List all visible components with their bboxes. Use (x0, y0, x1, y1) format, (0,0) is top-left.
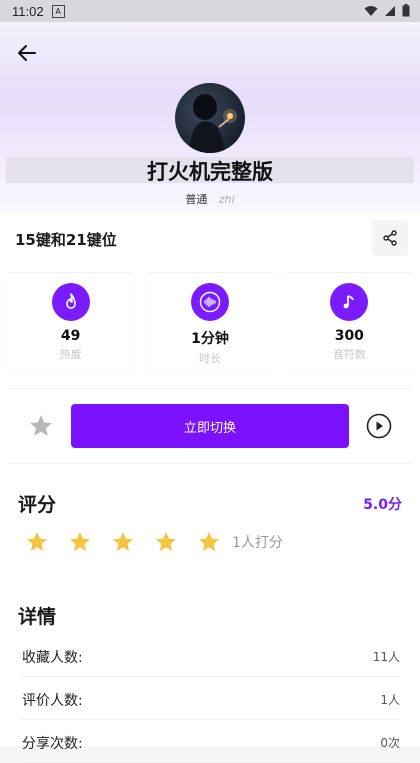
detail-value: 1人 (380, 693, 400, 707)
status-bar: 11:02 A (0, 0, 420, 22)
stat-value: 300 (334, 328, 364, 344)
share-button[interactable] (372, 220, 408, 256)
notification-badge-icon: A (51, 4, 65, 18)
play-icon (366, 413, 392, 439)
detail-key: 分享次数: (22, 736, 83, 752)
status-icons (364, 4, 410, 17)
status-time: 11:02 (12, 3, 44, 19)
detail-row: 评价人数: 1人 (20, 679, 400, 720)
stat-value: 49 (60, 328, 81, 344)
battery-icon (402, 4, 410, 17)
stat-value: 1分钟 (191, 331, 229, 347)
star-icon (30, 415, 52, 436)
rating-title: 评分 (18, 494, 57, 516)
signal-icon (385, 5, 395, 16)
back-button[interactable] (14, 40, 40, 66)
rating-count: 1人打分 (232, 535, 283, 551)
waveform-icon (190, 283, 229, 321)
favorite-button[interactable] (28, 413, 54, 443)
share-icon (383, 230, 397, 246)
star-icon[interactable] (111, 530, 135, 554)
stat-heat: 49 热度 (8, 272, 134, 370)
detail-key: 评价人数: (22, 693, 83, 709)
stat-duration: 1分钟 时长 (147, 272, 273, 370)
song-title: 打火机完整版 (147, 160, 273, 184)
detail-value: 11人 (372, 650, 400, 664)
details-title: 详情 (18, 606, 57, 628)
wifi-icon (364, 5, 378, 16)
detail-row: 收藏人数: 11人 (20, 636, 400, 677)
star-icon[interactable] (68, 530, 92, 554)
key-layout-title: 15键和21键位 (15, 231, 117, 249)
play-button[interactable] (366, 413, 392, 443)
stat-label: 热度 (59, 348, 82, 361)
song-cover-avatar (175, 83, 245, 153)
rating-card: 评分 5.0分 1人打分 (8, 476, 412, 572)
cover-image (189, 94, 237, 153)
detail-value: 0次 (380, 736, 400, 750)
music-note-icon (330, 283, 369, 321)
arrow-left-icon (18, 45, 36, 61)
song-meta: 普通 zhi (0, 191, 420, 207)
switch-now-button[interactable]: 立即切换 (71, 404, 349, 448)
rating-score: 5.0分 (363, 497, 402, 513)
star-icon[interactable] (25, 530, 49, 554)
stat-label: 时长 (198, 352, 221, 365)
stat-label: 音符数 (332, 348, 366, 361)
song-author: zhi (218, 193, 235, 206)
song-level: 普通 (185, 193, 208, 206)
rating-stars[interactable] (25, 530, 221, 554)
stats-row: 49 热度 1分钟 时长 300 音符数 (8, 272, 412, 370)
star-icon[interactable] (197, 530, 221, 554)
stat-notes: 300 音符数 (286, 272, 412, 370)
details-card: 详情 收藏人数: 11人 评价人数: 1人 分享次数: 0次 (8, 588, 412, 763)
star-icon[interactable] (154, 530, 178, 554)
detail-key: 收藏人数: (22, 650, 83, 666)
flame-icon (51, 283, 90, 321)
detail-row: 分享次数: 0次 (20, 722, 400, 763)
action-bar: 立即切换 (8, 388, 412, 464)
